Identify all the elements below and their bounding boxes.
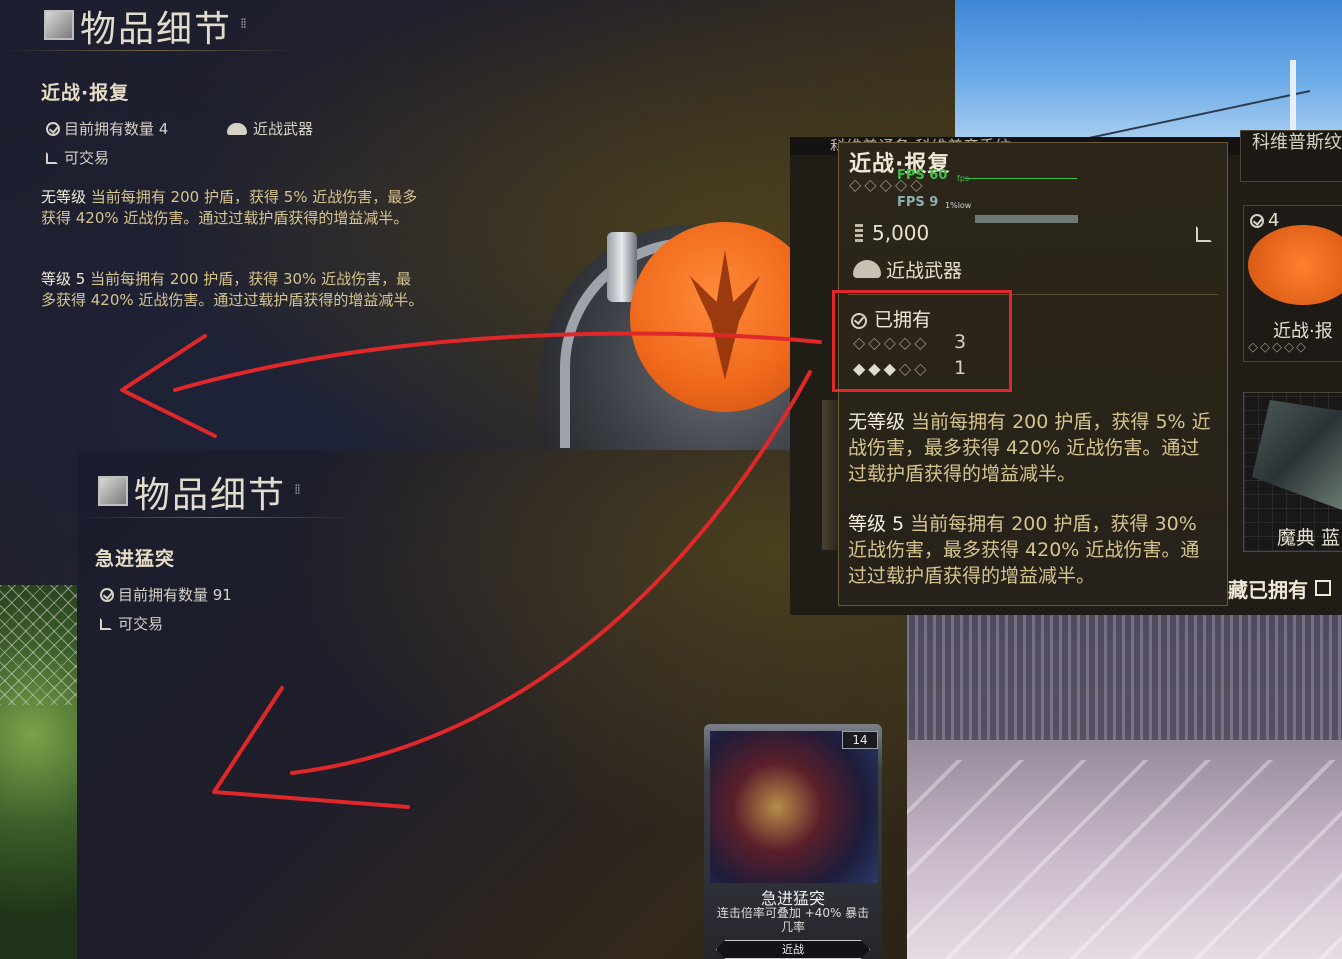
annotation-arrows: [120, 331, 822, 809]
arrow-to-top-panel: [173, 331, 822, 392]
arrow-head-top: [120, 334, 217, 438]
arrow-to-bottom-panel: [290, 370, 812, 775]
arrow-head-bottom: [212, 686, 410, 809]
